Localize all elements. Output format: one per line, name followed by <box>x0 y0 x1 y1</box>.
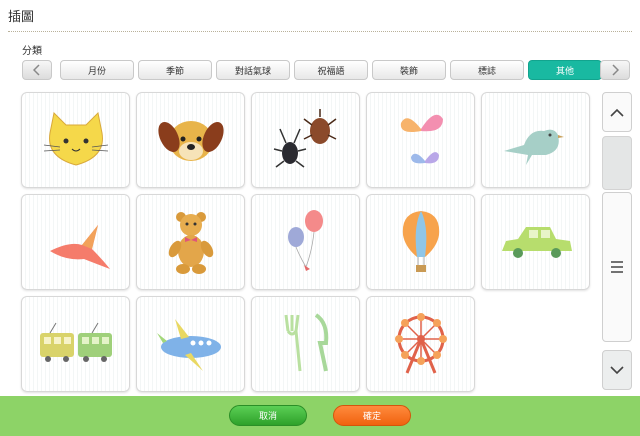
illustration-butterflies[interactable] <box>366 92 475 188</box>
flying-bird-icon <box>49 225 110 269</box>
cancel-button[interactable]: 取消 <box>229 405 307 426</box>
chevron-right-icon <box>612 64 619 76</box>
beetles-icon <box>273 109 336 168</box>
footer-bar <box>0 396 640 436</box>
illustration-flying-bird[interactable] <box>21 194 130 290</box>
hot-air-balloon-icon <box>402 211 439 272</box>
chevron-up-icon <box>610 108 624 117</box>
scroll-up-button[interactable] <box>602 92 632 132</box>
balloons-icon <box>287 210 323 271</box>
chevron-down-icon <box>610 365 624 374</box>
illustration-ferris-wheel[interactable] <box>366 296 475 392</box>
confirm-button[interactable]: 確定 <box>333 405 411 426</box>
illustration-balloons[interactable] <box>251 194 360 290</box>
train-icon <box>39 322 112 362</box>
tab-other[interactable]: 其他 <box>528 60 602 80</box>
gallery-scrollbar <box>602 92 632 394</box>
scroll-thumb[interactable] <box>602 136 632 190</box>
ferris-wheel-icon <box>394 313 447 374</box>
illustration-dog[interactable] <box>136 92 245 188</box>
illustration-beetles[interactable] <box>251 92 360 188</box>
tab-speech-balloon[interactable]: 對話氣球 <box>216 60 290 80</box>
illustration-teddy-bear[interactable] <box>136 194 245 290</box>
title-divider <box>8 31 632 32</box>
illustration-train[interactable] <box>21 296 130 392</box>
scroll-down-button[interactable] <box>602 350 632 390</box>
tab-month[interactable]: 月份 <box>60 60 134 80</box>
scroll-track[interactable] <box>602 192 632 342</box>
fork-knife-icon <box>284 313 328 372</box>
illustration-grid <box>21 92 597 392</box>
tab-season[interactable]: 季節 <box>138 60 212 80</box>
bird-icon <box>503 129 564 165</box>
cat-icon <box>43 111 108 166</box>
tab-greetings[interactable]: 祝福語 <box>294 60 368 80</box>
illustration-hot-air-balloon[interactable] <box>366 194 475 290</box>
illustration-fork-knife[interactable] <box>251 296 360 392</box>
airplane-icon <box>156 319 221 371</box>
chevron-left-icon <box>33 64 40 76</box>
category-next-button[interactable] <box>600 60 630 80</box>
dialog-title: 插圖 <box>8 10 35 25</box>
teddy-bear-icon <box>168 212 213 274</box>
illustration-bird[interactable] <box>481 92 590 188</box>
illustration-car[interactable] <box>481 194 590 290</box>
car-icon <box>501 227 572 258</box>
tab-decoration[interactable]: 裝飾 <box>372 60 446 80</box>
category-prev-button[interactable] <box>22 60 52 80</box>
butterflies-icon <box>400 114 443 164</box>
illustration-airplane[interactable] <box>136 296 245 392</box>
illustration-cat[interactable] <box>21 92 130 188</box>
category-tabs: 月份 季節 對話氣球 祝福語 裝飾 標誌 其他 <box>60 60 602 80</box>
menu-icon <box>611 261 623 273</box>
tab-signs[interactable]: 標誌 <box>450 60 524 80</box>
dog-icon <box>157 121 224 161</box>
category-label: 分類 <box>22 46 42 57</box>
